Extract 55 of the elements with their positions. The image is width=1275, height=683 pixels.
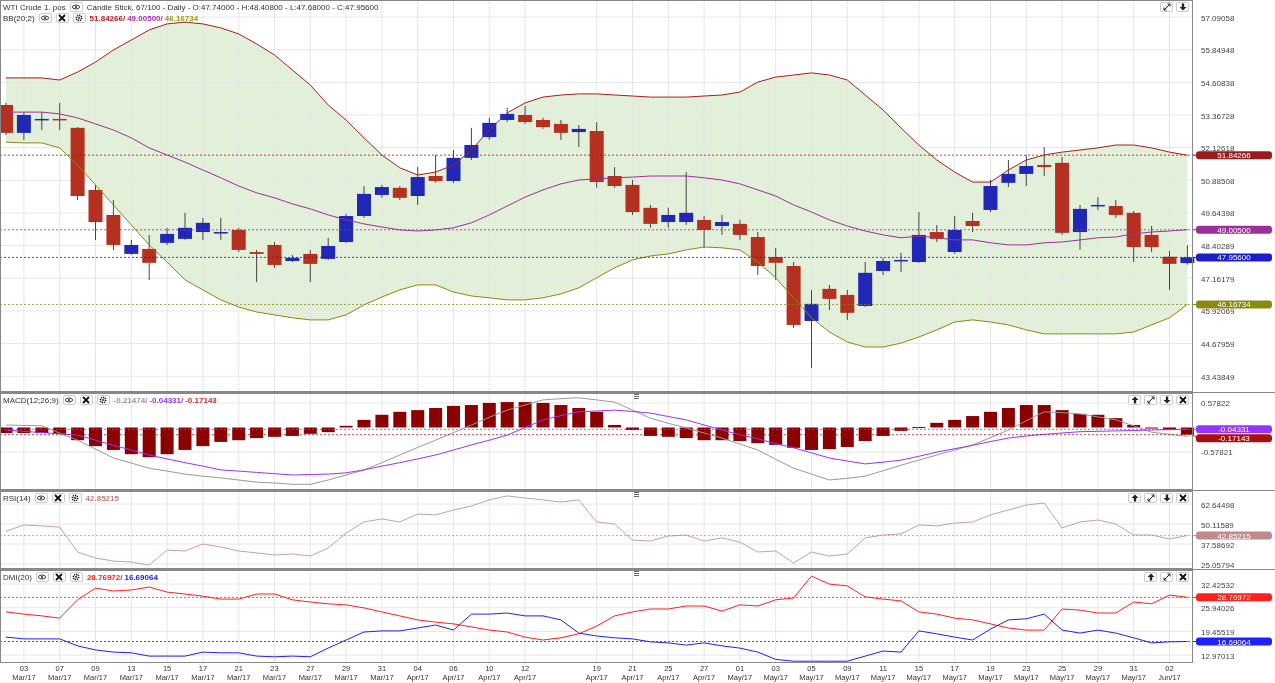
axis-label: 47.16179 [1201, 274, 1235, 284]
axis-label: 50.88508 [1201, 176, 1235, 186]
indicator-label: RSI(14) [3, 493, 31, 503]
axis-label: 25.05794 [1201, 560, 1235, 569]
axis-label: 44.67959 [1201, 340, 1235, 350]
value-tag: 46.16734 [1196, 300, 1272, 310]
ref-line-label: 49.00500 [1217, 225, 1252, 235]
indicator-value: 51.84266/ [89, 13, 126, 23]
ref-line-label: -0.04331 [1218, 425, 1251, 435]
value-tag: -0.17143 [1196, 434, 1272, 444]
ref-line-label: -0.17143 [1218, 434, 1251, 444]
ref-line-label: 42.85215 [1217, 531, 1252, 541]
ref-line-label: 51.84266 [1217, 151, 1252, 161]
axis-label: 54.60838 [1201, 78, 1235, 88]
indicator-value: 42.85215 [85, 493, 119, 503]
value-tag: 28.76972 [1196, 593, 1272, 603]
indicator-value: -0.17143 [185, 395, 217, 405]
axis-label: 49.64398 [1201, 209, 1235, 219]
indicator-value: 46.16734 [164, 13, 199, 23]
chart-info-text: Candle Stick, 67/100 - Daily - O:47.74000 - H:48.40800 - L:47.68000 - C:47.95600 [86, 2, 379, 12]
axis-label: 37.58692 [1201, 540, 1235, 550]
axis-label: 62.64498 [1201, 500, 1235, 510]
axis-label: -0.57821 [1201, 448, 1233, 458]
value-tag: 51.84266 [1196, 151, 1272, 161]
axis-label: 32.42532 [1201, 580, 1235, 590]
axis-label: 52.12618 [1201, 144, 1235, 154]
indicator-label: MACD(12;26;9) [3, 395, 59, 405]
axis-label: 53.36728 [1201, 111, 1235, 121]
value-tag: 42.85215 [1196, 531, 1272, 541]
axis-label: 25.94026 [1201, 604, 1235, 614]
indicator-label: BB(20;2) [3, 13, 35, 23]
ref-line-label: 28.76972 [1217, 593, 1252, 603]
axis-label: 50.11589 [1201, 520, 1234, 530]
axis-label: 57.09058 [1201, 13, 1235, 23]
value-tag: -0.04331 [1196, 425, 1272, 435]
axis-label: 45.92069 [1201, 307, 1235, 317]
axis-label: 12.97013 [1201, 651, 1235, 661]
axis-label: 48.40289 [1201, 242, 1235, 252]
indicator-value: 16.69064 [124, 572, 158, 582]
indicator-value: 49.00500/ [127, 13, 163, 23]
indicator-value: -0.04331/ [149, 395, 184, 405]
value-tag: 47.95600 [1196, 253, 1272, 263]
indicator-label: DMI(20) [3, 572, 32, 582]
ref-line-label: 47.95600 [1217, 253, 1252, 263]
value-tag: 49.00500 [1196, 225, 1272, 235]
indicator-value: -0.21474/ [113, 395, 148, 405]
axis-label: 0.57822 [1201, 399, 1230, 409]
axis-label: 55.84948 [1201, 46, 1235, 56]
axis-label: 43.43849 [1201, 372, 1235, 382]
axis-label: 19.45519 [1201, 627, 1235, 637]
ref-line-label: 46.16734 [1217, 300, 1252, 310]
value-tag: 16.69064 [1196, 637, 1272, 647]
ref-line-label: 16.69064 [1217, 637, 1252, 647]
indicator-label: WTI Crude 1. pos [3, 2, 66, 12]
indicator-value: 28.76972/ [86, 572, 123, 582]
